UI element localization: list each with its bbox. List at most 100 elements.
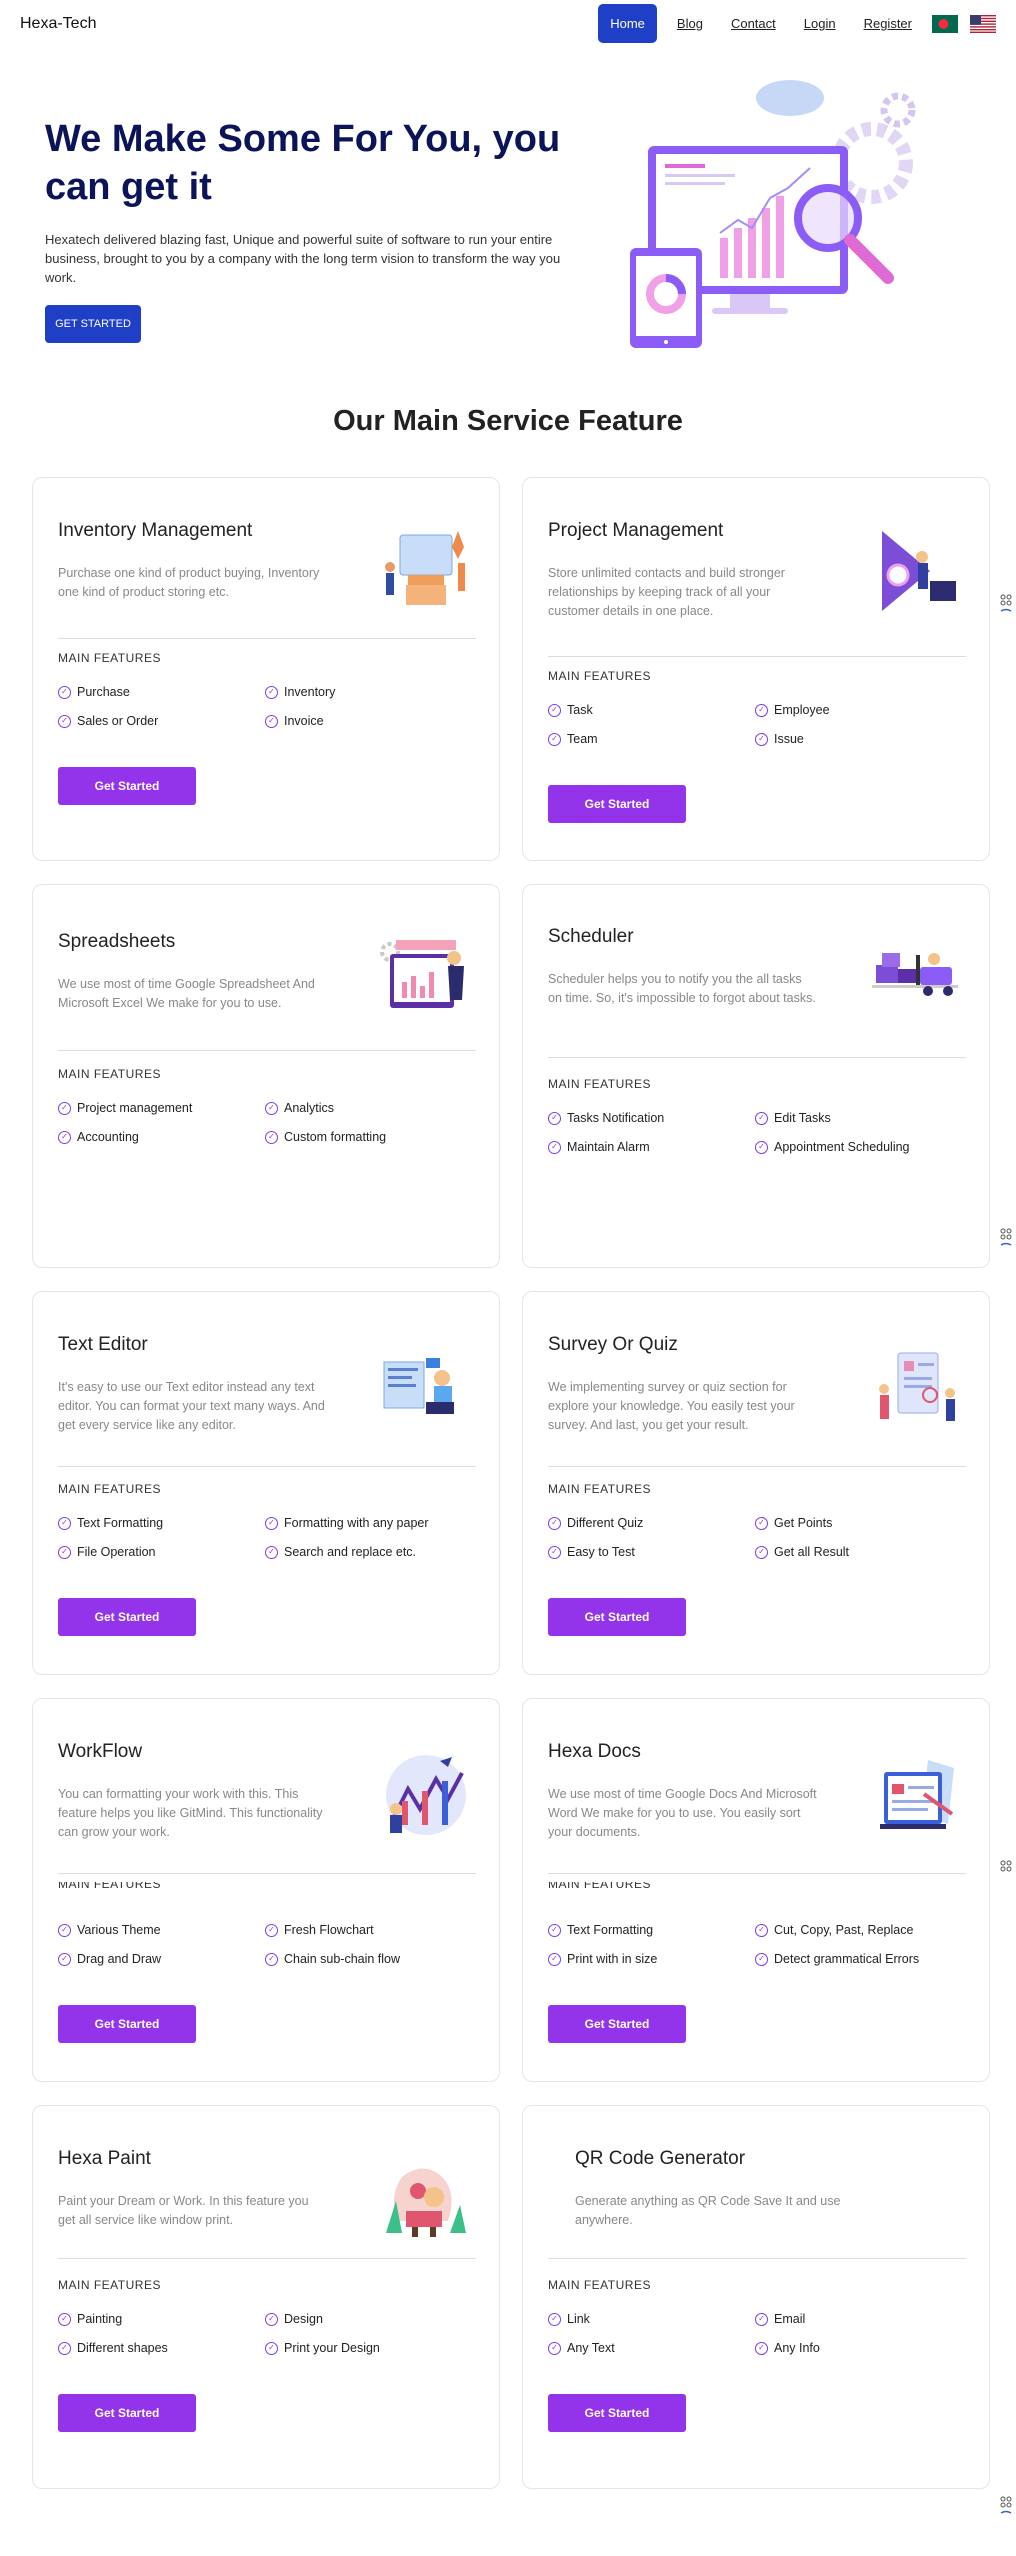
feature-item: ✓ Painting [58, 2312, 122, 2326]
feature-item: ✓ Task [548, 703, 593, 717]
survey-quiz-illustration [879, 1352, 955, 1421]
delivery-forklift-illustration [872, 953, 958, 996]
feature-item: ✓ Text Formatting [58, 1516, 163, 1530]
check-icon: ✓ [755, 1140, 768, 1154]
check-icon: ✓ [755, 703, 768, 717]
main-features-label: MAIN FEATURES [548, 1482, 651, 1496]
card-description: You can formatting your work with this. … [58, 1787, 323, 1839]
feature-item: ✓ Print with in size [548, 1952, 657, 1966]
main-features-label: MAIN FEATURES [548, 1077, 651, 1091]
feature-item: ✓ Different Quiz [548, 1516, 643, 1530]
feature-item: ✓ Project management [58, 1101, 192, 1115]
service-card-inventory: Inventory Management Purchase one kind o… [32, 477, 500, 861]
project-management-illustration [882, 531, 956, 611]
main-features-label: MAIN FEATURES [58, 2278, 161, 2292]
service-card-spreadsheets: Spreadsheets We use most of time Google … [32, 884, 500, 1268]
feature-item: ✓ Invoice [265, 714, 324, 728]
feature-item: ✓ Design [265, 2312, 323, 2326]
check-icon: ✓ [548, 703, 561, 717]
card-description: Store unlimited contacts and build stron… [548, 566, 785, 618]
card-divider [58, 638, 476, 639]
documents-illustration [880, 1760, 954, 1829]
feature-item: ✓ Chain sub-chain flow [265, 1952, 400, 1966]
get-started-button[interactable]: Get Started [58, 1598, 196, 1636]
nav-link-blog[interactable]: Blog [669, 16, 711, 31]
get-started-button[interactable]: Get Started [548, 785, 686, 823]
card-divider [58, 2258, 476, 2259]
brand-logo[interactable]: Hexa-Tech [20, 15, 96, 33]
feature-item: ✓ Fresh Flowchart [265, 1923, 374, 1937]
feature-item: ✓ Email [755, 2312, 805, 2326]
get-started-button[interactable]: Get Started [58, 2005, 196, 2043]
check-icon: ✓ [58, 685, 71, 699]
card-description: We use most of time Google Spreadsheet A… [58, 977, 315, 1010]
card-description: Purchase one kind of product buying, Inv… [58, 566, 320, 599]
feature-item: ✓ Issue [755, 732, 804, 746]
get-started-button[interactable]: Get Started [548, 2394, 686, 2432]
nav-link-register[interactable]: Register [856, 16, 920, 31]
main-features-label: MAIN FEATURES [58, 1482, 161, 1496]
get-started-button[interactable]: Get Started [548, 1598, 686, 1636]
feature-item: ✓ Text Formatting [548, 1923, 653, 1937]
feature-item: ✓ Appointment Scheduling [755, 1140, 910, 1154]
card-description: We use most of time Google Docs And Micr… [548, 1787, 817, 1839]
check-icon: ✓ [265, 1516, 278, 1530]
card-title: WorkFlow [58, 1741, 143, 1762]
nav-home-button[interactable]: Home [598, 4, 657, 43]
check-icon: ✓ [58, 1952, 71, 1966]
get-started-button[interactable]: Get Started [58, 2394, 196, 2432]
check-icon: ✓ [755, 2341, 768, 2355]
feature-item: ✓ Custom formatting [265, 1130, 386, 1144]
check-icon: ✓ [755, 732, 768, 746]
bangladesh-flag-icon[interactable] [932, 14, 958, 33]
card-title: QR Code Generator [575, 2148, 746, 2169]
get-started-button[interactable]: Get Started [58, 767, 196, 805]
floating-widget-icon[interactable] [1000, 1860, 1012, 1880]
card-divider [548, 2258, 966, 2259]
check-icon: ✓ [265, 1545, 278, 1559]
card-title: Project Management [548, 520, 724, 541]
service-card-project-management: Project Management Store unlimited conta… [522, 477, 990, 861]
card-title: Inventory Management [58, 520, 253, 541]
check-icon: ✓ [755, 1952, 768, 1966]
floating-widget-icon[interactable] [1000, 594, 1012, 614]
feature-item: ✓ Easy to Test [548, 1545, 635, 1559]
card-description: Paint your Dream or Work. In this featur… [58, 2194, 309, 2227]
feature-item: ✓ File Operation [58, 1545, 156, 1559]
check-icon: ✓ [58, 2312, 71, 2326]
service-card-scheduler: Scheduler Scheduler helps you to notify … [522, 884, 990, 1268]
check-icon: ✓ [265, 1130, 278, 1144]
check-icon: ✓ [58, 1101, 71, 1115]
hero-title: We Make Some For You, you can get it [45, 118, 561, 208]
text-editor-illustration [383, 1358, 454, 1414]
check-icon: ✓ [755, 1111, 768, 1125]
check-icon: ✓ [548, 2341, 561, 2355]
feature-item: ✓ Team [548, 732, 598, 746]
inventory-illustration [385, 531, 465, 605]
card-divider [58, 1050, 476, 1051]
nav-link-login[interactable]: Login [796, 16, 844, 31]
check-icon: ✓ [265, 685, 278, 699]
dashboard-analytics-illustration [630, 80, 916, 348]
main-features-label: MAIN FEATURES [548, 1882, 651, 1889]
check-icon: ✓ [265, 2312, 278, 2326]
usa-flag-icon[interactable] [970, 14, 996, 33]
check-icon: ✓ [755, 1923, 768, 1937]
service-card-workflow: WorkFlow You can formatting your work wi… [32, 1698, 500, 2082]
get-started-hero-button[interactable]: GET STARTED [45, 305, 141, 343]
feature-item: ✓ Print your Design [265, 2341, 380, 2355]
workflow-illustration [386, 1755, 466, 1835]
main-features-label: MAIN FEATURES [548, 2278, 651, 2292]
nav-link-contact[interactable]: Contact [723, 16, 784, 31]
check-icon: ✓ [58, 2341, 71, 2355]
service-card-hexa-paint: Hexa Paint Paint your Dream or Work. In … [32, 2105, 500, 2489]
card-title: Spreadsheets [58, 931, 176, 952]
floating-widget-icon[interactable] [1000, 1228, 1012, 1248]
check-icon: ✓ [265, 1101, 278, 1115]
check-icon: ✓ [265, 1923, 278, 1937]
get-started-button[interactable]: Get Started [548, 2005, 686, 2043]
card-divider [548, 656, 966, 657]
floating-widget-icon[interactable] [1000, 2496, 1012, 2516]
card-description: Generate anything as QR Code Save It and… [575, 2194, 841, 2227]
navbar: Hexa-Tech Home Blog Contact Login Regist… [0, 0, 1016, 50]
